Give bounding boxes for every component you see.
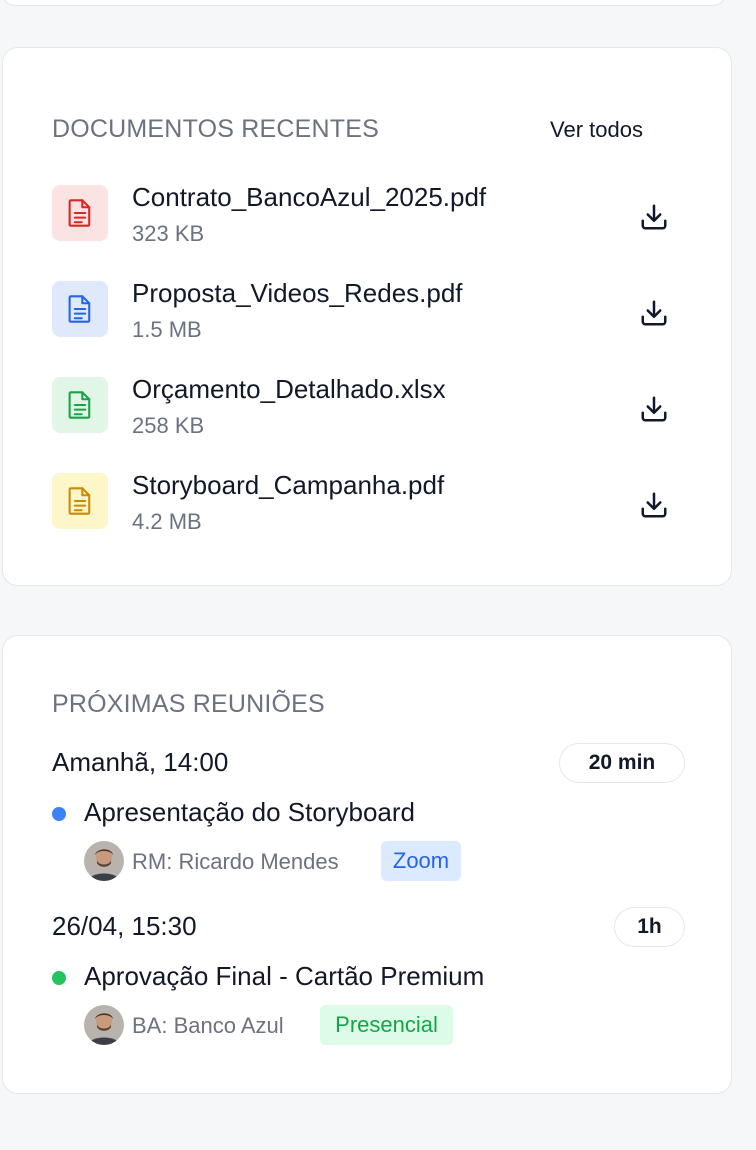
file-text-icon (52, 473, 108, 529)
duration-badge: 20 min (559, 743, 685, 783)
download-icon[interactable] (634, 485, 674, 525)
download-icon[interactable] (634, 389, 674, 429)
upcoming-meetings-card: PRÓXIMAS REUNIÕES Amanhã, 14:00 20 min A… (2, 635, 732, 1094)
document-name: Orçamento_Detalhado.xlsx (132, 374, 446, 404)
section-title: PRÓXIMAS REUNIÕES (52, 690, 325, 718)
avatar (84, 841, 124, 881)
download-icon[interactable] (634, 293, 674, 333)
meeting-location-tag: Zoom (381, 841, 461, 881)
see-all-link[interactable]: Ver todos (550, 117, 643, 143)
document-name: Contrato_BancoAzul_2025.pdf (132, 182, 487, 212)
meeting-time: Amanhã, 14:00 (52, 747, 229, 777)
meeting-participant: RM: Ricardo Mendes (132, 849, 339, 874)
meeting-title[interactable]: Apresentação do Storyboard (84, 797, 415, 828)
document-item[interactable]: Orçamento_Detalhado.xlsx 258 KB (52, 374, 684, 438)
status-dot (52, 971, 66, 985)
meeting-title[interactable]: Aprovação Final - Cartão Premium (84, 961, 484, 992)
duration-badge: 1h (614, 907, 685, 947)
status-dot (52, 807, 66, 821)
document-name: Proposta_Videos_Redes.pdf (132, 278, 463, 308)
avatar (84, 1005, 124, 1045)
document-item[interactable]: Contrato_BancoAzul_2025.pdf 323 KB (52, 182, 684, 246)
meeting-participant: BA: Banco Azul (132, 1013, 284, 1038)
document-size: 258 KB (132, 413, 205, 438)
file-text-icon (52, 377, 108, 433)
document-size: 323 KB (132, 221, 205, 246)
document-size: 1.5 MB (132, 317, 202, 342)
section-title: DOCUMENTOS RECENTES (52, 115, 379, 143)
document-name: Storyboard_Campanha.pdf (132, 470, 445, 500)
file-text-icon (52, 281, 108, 337)
document-size: 4.2 MB (132, 509, 202, 534)
download-icon[interactable] (634, 197, 674, 237)
document-item[interactable]: Proposta_Videos_Redes.pdf 1.5 MB (52, 278, 684, 342)
meeting-time: 26/04, 15:30 (52, 911, 197, 941)
previous-card (2, 0, 726, 6)
recent-documents-card: DOCUMENTOS RECENTES Ver todos Contrato_B… (2, 47, 732, 586)
meeting-location-tag: Presencial (320, 1005, 453, 1045)
file-text-icon (52, 185, 108, 241)
document-item[interactable]: Storyboard_Campanha.pdf 4.2 MB (52, 470, 684, 534)
